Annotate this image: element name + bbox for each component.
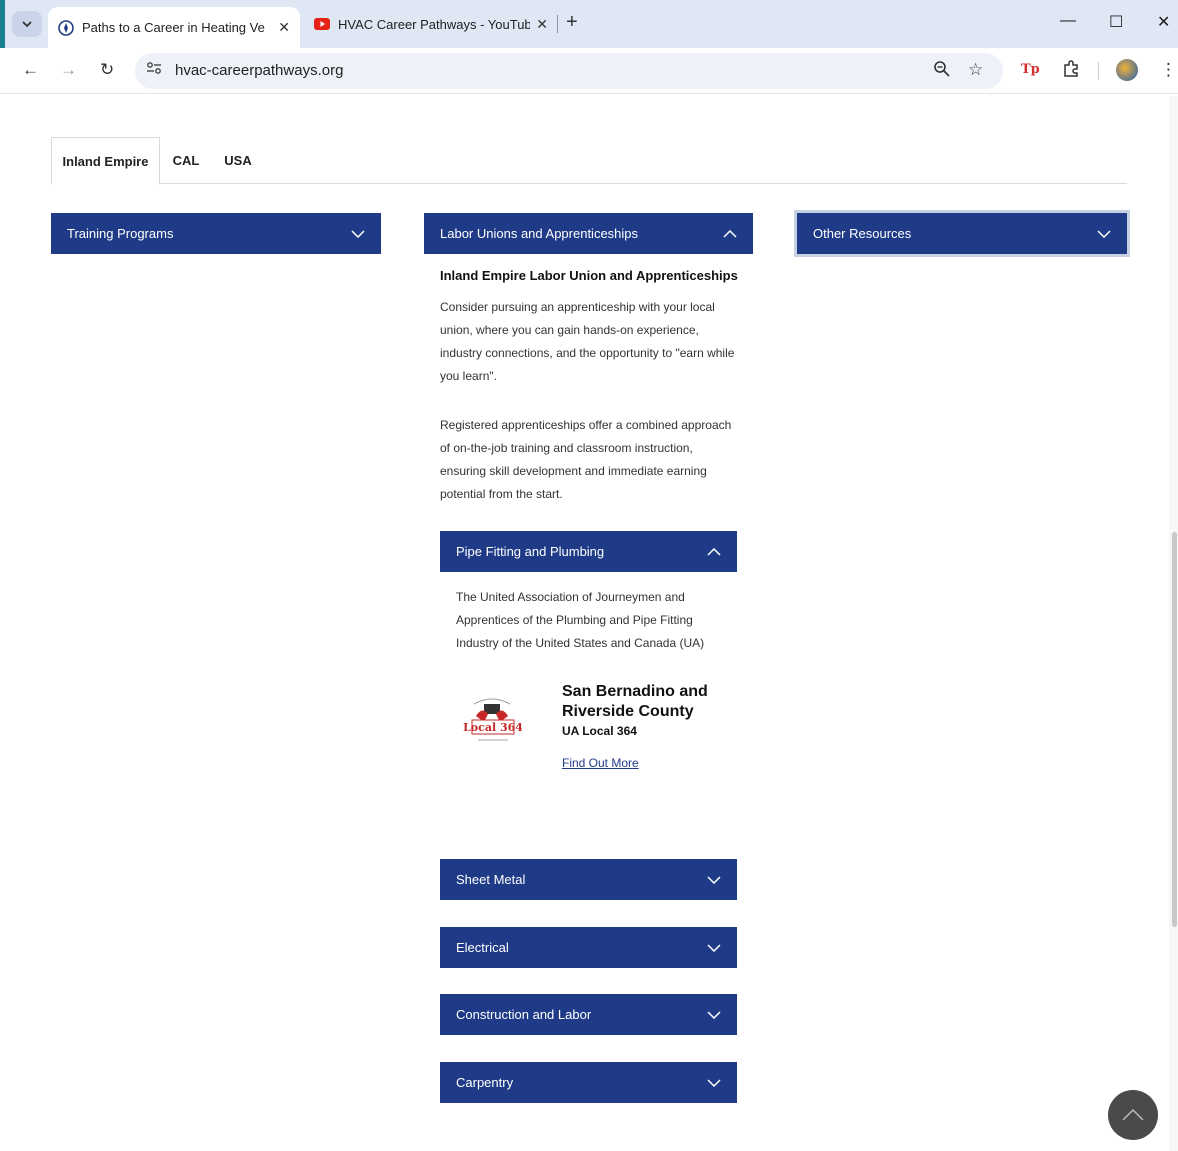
chevron-up-icon (1122, 1109, 1144, 1121)
tab-paths-career[interactable]: Paths to a Career in Heating Ve ✕ (48, 7, 300, 48)
local-card-subtitle: UA Local 364 (562, 724, 637, 738)
tab-separator (557, 15, 558, 33)
zoom-icon[interactable] (933, 60, 951, 83)
chevron-down-icon (707, 943, 721, 952)
new-tab-icon[interactable]: + (566, 11, 578, 34)
ua-local-364-logo: Local 364 (463, 698, 522, 741)
unions-section-title: Inland Empire Labor Union and Apprentice… (440, 268, 738, 283)
accordion-label: Other Resources (813, 226, 912, 241)
window-accent (0, 0, 5, 48)
scrollbar-thumb[interactable] (1172, 532, 1177, 927)
other-resources-accordion[interactable]: Other Resources (794, 210, 1130, 257)
find-out-more-link[interactable]: Find Out More (562, 756, 639, 770)
sheet-metal-accordion[interactable]: Sheet Metal (440, 859, 737, 900)
accordion-label: Training Programs (67, 226, 174, 241)
bookmark-star-icon[interactable]: ☆ (968, 60, 983, 80)
tab-usa[interactable]: USA (221, 137, 255, 184)
training-programs-accordion[interactable]: Training Programs (51, 213, 381, 254)
reload-icon[interactable]: ↻ (100, 60, 114, 80)
construction-labor-accordion[interactable]: Construction and Labor (440, 994, 737, 1035)
url-text[interactable]: hvac-careerpathways.org (175, 62, 343, 79)
maximize-icon[interactable]: ☐ (1109, 12, 1123, 32)
chevron-down-icon (22, 20, 32, 27)
svg-text:Local 364: Local 364 (463, 721, 522, 734)
chevron-down-icon (707, 1010, 721, 1019)
local-card-title: San Bernadino and Riverside County (562, 683, 708, 720)
chevron-down-icon (707, 875, 721, 884)
youtube-favicon-icon (314, 18, 330, 30)
close-tab-icon[interactable]: ✕ (536, 16, 548, 33)
extensions-puzzle-icon[interactable] (1062, 60, 1080, 83)
electrical-accordion[interactable]: Electrical (440, 927, 737, 968)
compass-favicon-icon (58, 19, 74, 36)
profile-avatar[interactable] (1116, 59, 1138, 81)
browser-menu-icon[interactable]: ⋮ (1160, 60, 1177, 80)
tab-cal[interactable]: CAL (169, 137, 203, 184)
accordion-label: Carpentry (456, 1075, 514, 1090)
extension-tp-icon[interactable]: Tp (1021, 62, 1040, 77)
chevron-down-icon (1097, 229, 1111, 238)
toolbar-divider (1098, 62, 1099, 80)
close-tab-icon[interactable]: ✕ (278, 19, 290, 36)
accordion-label: Pipe Fitting and Plumbing (456, 544, 605, 559)
back-to-top-button[interactable] (1108, 1090, 1158, 1140)
accordion-label: Labor Unions and Apprenticeships (440, 226, 639, 241)
labor-unions-accordion[interactable]: Labor Unions and Apprenticeships (424, 213, 753, 254)
tab-youtube[interactable]: HVAC Career Pathways - YouTub ✕ (304, 6, 558, 42)
tab-search-button[interactable] (12, 11, 42, 37)
pipe-fitting-accordion[interactable]: Pipe Fitting and Plumbing (440, 531, 737, 572)
minimize-icon[interactable]: — (1060, 12, 1076, 30)
close-window-icon[interactable]: ✕ (1157, 12, 1170, 32)
forward-icon[interactable]: → (60, 60, 77, 80)
browser-tab-bar: Paths to a Career in Heating Ve ✕ HVAC C… (0, 0, 1178, 48)
site-info-icon[interactable] (146, 61, 162, 78)
unions-paragraph-1: Consider pursuing an apprenticeship with… (440, 300, 735, 383)
chevron-up-icon (707, 547, 721, 556)
tab-title: Paths to a Career in Heating Ve (82, 20, 265, 35)
accordion-label: Electrical (456, 940, 509, 955)
back-icon[interactable]: ← (22, 60, 39, 80)
region-tabs: Inland Empire CAL USA (51, 137, 1127, 185)
tab-inland-empire[interactable]: Inland Empire (51, 137, 160, 185)
chevron-up-icon (723, 229, 737, 238)
unions-paragraph-2: Registered apprenticeships offer a combi… (440, 418, 732, 501)
pipe-fitting-description: The United Association of Journeymen and… (456, 590, 705, 650)
chevron-down-icon (707, 1078, 721, 1087)
carpentry-accordion[interactable]: Carpentry (440, 1062, 737, 1103)
accordion-label: Sheet Metal (456, 872, 526, 887)
tab-title: HVAC Career Pathways - YouTub (338, 16, 531, 32)
chevron-down-icon (351, 229, 365, 238)
accordion-label: Construction and Labor (456, 1007, 592, 1022)
